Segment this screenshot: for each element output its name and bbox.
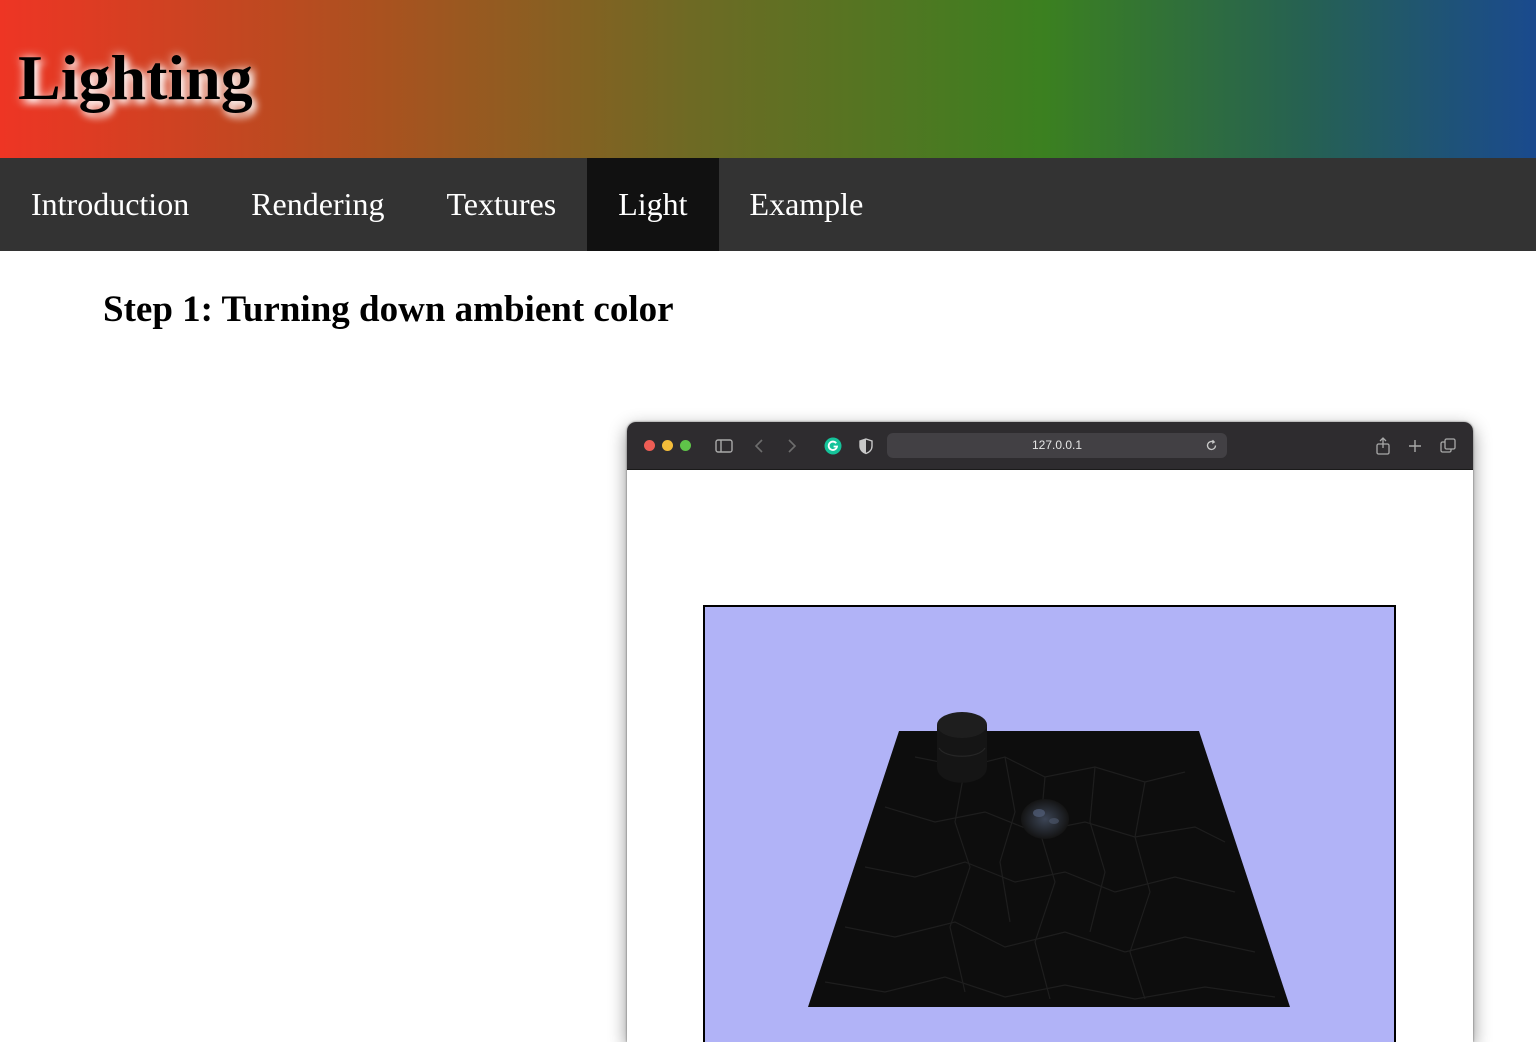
address-bar[interactable]: 127.0.0.1 [887,433,1227,458]
ground-plane [808,731,1290,1007]
address-text: 127.0.0.1 [1031,438,1083,452]
zoom-dot-icon [680,440,691,451]
new-tab-icon [1409,440,1421,452]
nav-item-example[interactable]: Example [719,158,895,251]
pile-of-stones [1021,799,1069,839]
main-nav: Introduction Rendering Textures Light Ex… [0,158,1536,251]
share-icon [1376,437,1390,455]
sidebar-icon [715,439,733,453]
page-title: Lighting [18,42,253,113]
nav-item-rendering[interactable]: Rendering [220,158,415,251]
step-heading: Step 1: Turning down ambient color [103,289,674,330]
nav-item-light[interactable]: Light [587,158,719,251]
browser-screenshot: 127.0.0.1 [627,422,1473,1042]
close-dot-icon [644,440,655,451]
minimize-dot-icon [662,440,673,451]
nav-item-introduction[interactable]: Introduction [0,158,220,251]
webgl-canvas [703,605,1396,1042]
forward-icon [788,439,797,453]
grammarly-icon [824,437,842,455]
back-icon [754,439,763,453]
browser-titlebar: 127.0.0.1 [627,422,1473,470]
scene-render [808,712,1290,1007]
nav-item-textures[interactable]: Textures [415,158,587,251]
reload-icon[interactable] [1204,438,1219,453]
header-banner: Lighting [0,0,1536,158]
privacy-shield-icon [859,438,873,455]
barrel [937,712,987,783]
tab-overview-icon [1440,438,1456,453]
